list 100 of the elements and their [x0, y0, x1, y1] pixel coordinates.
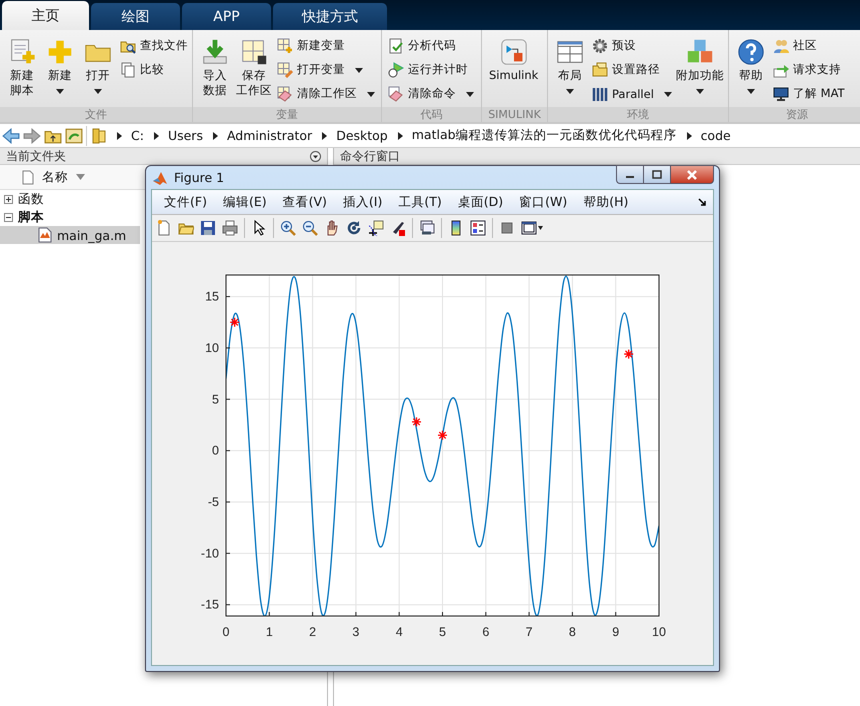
ribbon-tab[interactable]: 绘图	[91, 3, 180, 30]
menu-item[interactable]: 工具(T)	[390, 194, 450, 210]
tick-label: 10	[205, 340, 219, 355]
browse-folder-icon[interactable]	[65, 126, 83, 144]
play-clock-icon	[388, 62, 404, 78]
menu-item[interactable]: 桌面(D)	[450, 194, 512, 210]
tick-label: 10	[652, 625, 666, 639]
tick-label: 4	[396, 625, 403, 639]
ribbon-button[interactable]: 预设	[590, 34, 674, 57]
tick-label: 0	[212, 444, 219, 458]
tree-item[interactable]: main_ga.m	[0, 226, 140, 244]
ribbon-button[interactable]: 新建	[42, 34, 78, 97]
back-arrow-icon[interactable]	[2, 126, 20, 144]
rotate-icon[interactable]	[346, 220, 362, 236]
document-icon	[22, 170, 34, 184]
tick-label: 6	[482, 625, 490, 639]
brush-icon[interactable]	[390, 220, 406, 236]
ribbon-button[interactable]: 新建变量	[275, 34, 377, 57]
breadcrumb[interactable]: matlab编程遗传算法的一元函数优化代码程序	[412, 127, 677, 144]
block-diagram-icon	[498, 37, 529, 67]
legend-icon[interactable]	[470, 220, 486, 236]
tree-item[interactable]: 脚本	[0, 208, 140, 226]
column-header[interactable]: 名称	[0, 165, 145, 190]
ribbon-tab[interactable]: 快捷方式	[273, 3, 387, 30]
close-button[interactable]	[670, 165, 714, 184]
ribbon-button[interactable]: Parallel	[590, 82, 674, 105]
group-label: 资源	[729, 107, 860, 122]
ribbon-tab[interactable]: 主页	[2, 1, 89, 30]
tree-item[interactable]: 函数	[0, 190, 140, 208]
ribbon-button[interactable]: 设置路径	[590, 58, 674, 81]
menu-item[interactable]: 编辑(E)	[214, 194, 275, 210]
breadcrumb-arrow-icon	[684, 132, 693, 140]
close-icon	[686, 170, 698, 180]
breadcrumb[interactable]: Users	[168, 128, 203, 143]
zoom-out-icon[interactable]	[302, 220, 318, 236]
ribbon-button[interactable]: 清除命令	[386, 82, 476, 105]
link-icon[interactable]	[419, 220, 435, 236]
grid-plus-icon	[277, 38, 293, 54]
ribbon-button[interactable]: 帮助	[733, 34, 769, 97]
ribbon-button[interactable]: 附加功能	[676, 34, 724, 97]
breadcrumb[interactable]: code	[700, 128, 731, 143]
group-label: 文件	[0, 107, 192, 122]
caret-icon	[566, 87, 574, 95]
panel-title: 命令行窗口	[340, 148, 400, 164]
group-label: 环境	[548, 107, 728, 122]
ribbon-button[interactable]: 打开	[80, 34, 116, 97]
breadcrumb-arrow-icon	[320, 132, 328, 140]
ribbon-tab[interactable]: APP	[182, 3, 271, 30]
menu-item[interactable]: 窗口(W)	[511, 194, 576, 210]
caret-icon	[664, 90, 672, 98]
ribbon-button[interactable]: 分析代码	[386, 34, 476, 57]
dock-arrow-icon[interactable]	[698, 198, 707, 207]
ribbon-button[interactable]: 新建 脚本	[4, 34, 40, 100]
caret-icon	[367, 90, 375, 98]
ribbon-button[interactable]: 查找文件	[118, 34, 190, 57]
breadcrumb-arrow-icon	[115, 132, 123, 140]
expand-icon[interactable]	[4, 194, 13, 204]
ribbon-button[interactable]: 请求支持	[771, 58, 847, 81]
maximize-button[interactable]	[643, 165, 670, 184]
group-label: 代码	[382, 107, 481, 122]
zoom-in-icon[interactable]	[280, 220, 296, 236]
tick-label: 5	[212, 392, 219, 406]
grid-pencil-icon	[277, 62, 293, 78]
data-cursor-icon[interactable]	[368, 220, 384, 236]
ribbon-button[interactable]: 导入 数据	[197, 34, 233, 100]
collapse-icon[interactable]	[4, 212, 13, 222]
tick-label: 3	[352, 625, 360, 639]
tick-label: 15	[205, 290, 219, 304]
help-icon	[736, 37, 766, 67]
breadcrumb-arrow-icon	[152, 132, 160, 140]
menu-item[interactable]: 查看(V)	[274, 194, 335, 210]
ribbon-button[interactable]: 保存 工作区	[235, 34, 273, 100]
square-icon[interactable]	[499, 220, 515, 236]
ribbon-button[interactable]: 运行并计时	[386, 58, 476, 81]
minimize-button[interactable]	[616, 165, 643, 184]
menu-item[interactable]: 插入(I)	[334, 194, 390, 210]
ribbon-button[interactable]: Simulink	[486, 34, 542, 85]
caret-icon[interactable]	[538, 226, 543, 230]
breadcrumb[interactable]: C:	[131, 128, 144, 143]
gear-icon	[592, 38, 608, 54]
ribbon-button[interactable]: 比较	[118, 58, 190, 81]
tick-label: 9	[612, 625, 620, 639]
save-icon[interactable]	[200, 220, 216, 236]
menu-item[interactable]: 文件(F)	[156, 194, 215, 210]
ribbon-button[interactable]: 清除工作区	[275, 82, 377, 105]
tick-label: 2	[309, 625, 316, 639]
menu-item[interactable]: 帮助(H)	[575, 194, 636, 210]
document-icon[interactable]	[156, 220, 172, 236]
breadcrumb[interactable]: Administrator	[226, 128, 312, 143]
breadcrumb[interactable]: Desktop	[336, 128, 388, 143]
printer-icon[interactable]	[222, 220, 238, 236]
panel-title: 当前文件夹	[6, 148, 66, 164]
ribbon-button[interactable]: 了解 MAT	[771, 82, 847, 105]
ribbon-button[interactable]: 社区	[771, 34, 847, 57]
ribbon-button[interactable]: 打开变量	[275, 58, 377, 81]
documents-icon	[120, 62, 136, 78]
panel-menu-icon[interactable]	[310, 150, 321, 162]
frame-icon[interactable]	[521, 220, 537, 236]
ribbon-button[interactable]: 布局	[552, 34, 588, 97]
group-label: 变量	[193, 107, 381, 122]
